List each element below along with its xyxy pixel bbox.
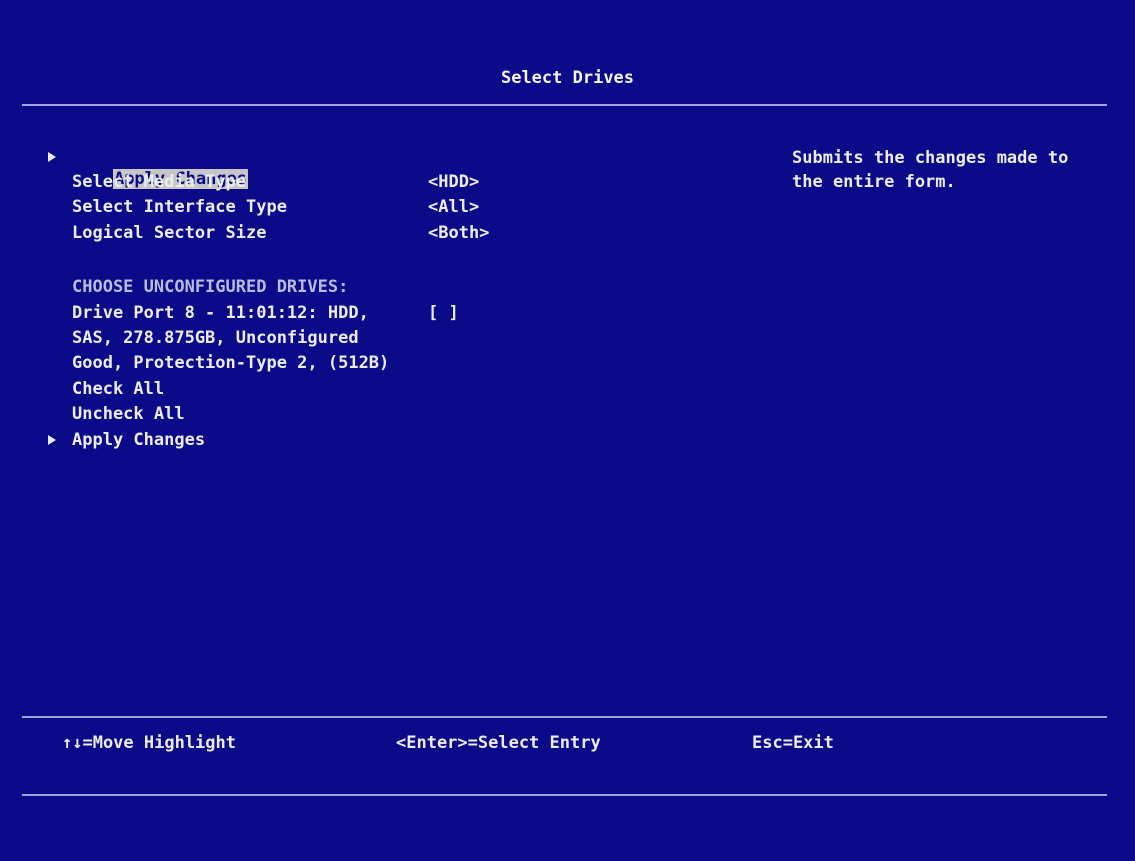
pointer-arrow-icon <box>48 435 56 445</box>
drive-line-1: Drive Port 8 - 11:01:12: HDD, <box>72 303 369 323</box>
help-text: Submits the changes made to the entire f… <box>792 148 1069 192</box>
pointer-arrow-icon <box>48 152 56 162</box>
interface-type-select[interactable]: <All> <box>428 196 479 218</box>
exit-hint: Esc=Exit <box>752 733 834 753</box>
logical-sector-size-label: Logical Sector Size <box>72 223 267 243</box>
drive-line-3: Good, Protection-Type 2, (512B) <box>72 353 390 373</box>
drive-checkbox[interactable]: [ ] <box>428 302 459 324</box>
media-type-select[interactable]: <HDD> <box>428 171 479 193</box>
select-interface-type-label: Select Interface Type <box>72 197 287 217</box>
apply-changes-bottom-button[interactable]: Apply Changes <box>72 429 205 451</box>
select-entry-hint: <Enter>=Select Entry <box>396 733 601 753</box>
select-media-type-label: Select Media Type <box>72 172 246 192</box>
page-title: Select Drives <box>500 68 635 88</box>
move-highlight-hint: ↑↓=Move Highlight <box>62 733 236 753</box>
footer-bottom-divider <box>22 794 1107 796</box>
section-header: CHOOSE UNCONFIGURED DRIVES: <box>72 277 349 297</box>
sector-size-select[interactable]: <Both> <box>428 222 489 244</box>
uncheck-all-button[interactable]: Uncheck All <box>72 403 185 425</box>
header-divider <box>22 104 1107 106</box>
drive-line-2: SAS, 278.875GB, Unconfigured <box>72 328 359 348</box>
bios-screen: Select Drives Apply Changes Select Media… <box>0 0 1135 861</box>
footer-top-divider <box>22 716 1107 718</box>
check-all-button[interactable]: Check All <box>72 378 164 400</box>
